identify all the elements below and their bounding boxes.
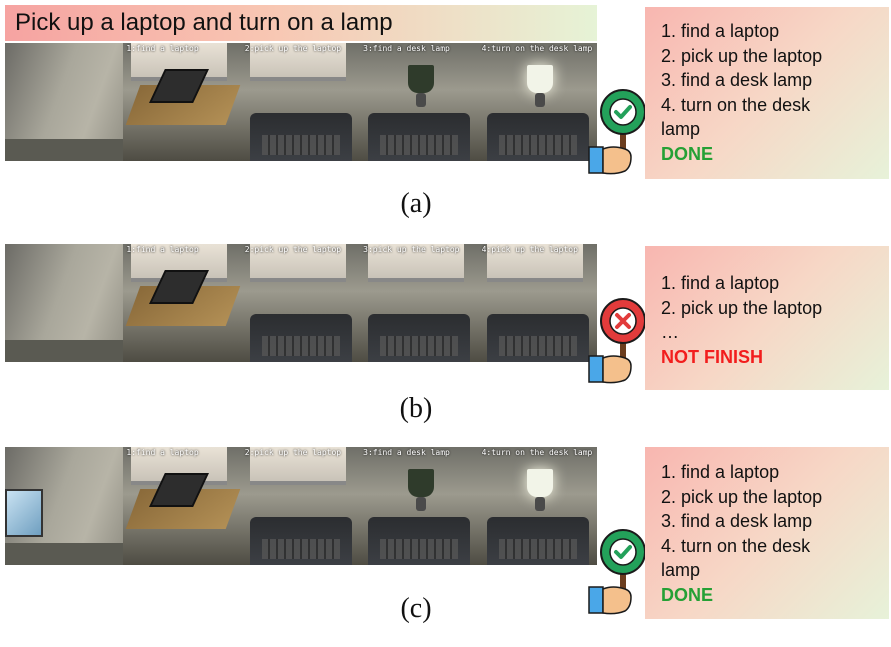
- caption-c: (c): [400, 593, 432, 624]
- frame-label: 1:find a laptop: [126, 245, 199, 254]
- checklist-item: lamp: [661, 119, 701, 139]
- checklist-item: lamp: [661, 560, 701, 580]
- checklist-item: 2. pick up the laptop: [661, 486, 823, 507]
- frame-label: 4:pick up the laptop: [481, 245, 578, 254]
- frame-a-3: 3:find a desk lamp: [360, 43, 479, 161]
- frame-label: 2:pick up the laptop: [244, 44, 342, 53]
- checklist-item: …: [661, 322, 679, 342]
- checklist-item: 2. pick up the laptop: [661, 45, 823, 66]
- caption-a: (a): [400, 188, 432, 219]
- frame-b-0: [5, 244, 124, 362]
- check-icon: [588, 89, 646, 175]
- checklist-item: 3. find a desk lamp: [661, 511, 813, 531]
- caption-b: (b): [399, 393, 433, 424]
- checklist-item: 2. pick up the laptop: [661, 297, 823, 318]
- task-title: Pick up a laptop and turn on a lamp: [5, 5, 597, 41]
- frame-b-3: 3:pick up the laptop: [360, 244, 479, 362]
- frame-strip-a: 1:find a laptop 2:pick up the laptop 3:f…: [5, 43, 597, 161]
- status-badge: NOT FINISH: [661, 346, 763, 367]
- frame-c-2: 2:pick up the laptop: [241, 447, 361, 565]
- checklist-item: 4. turn on the desk: [661, 535, 811, 556]
- frame-b-1: 1:find a laptop: [123, 244, 242, 362]
- frame-c-0: [5, 447, 124, 565]
- frame-strip-b: 1:find a laptop 2:pick up the laptop 3:p…: [5, 244, 597, 362]
- frame-b-2: 2:pick up the laptop: [241, 244, 361, 362]
- frame-a-2: 2:pick up the laptop: [241, 43, 361, 161]
- frame-label: 3:find a desk lamp: [363, 44, 450, 53]
- frame-label: 3:pick up the laptop: [363, 245, 460, 254]
- frame-label: 4:turn on the desk lamp: [481, 44, 593, 53]
- frame-c-3: 3:find a desk lamp: [360, 447, 479, 565]
- frame-label: 2:pick up the laptop: [244, 448, 342, 457]
- frame-label: 2:pick up the laptop: [244, 245, 342, 254]
- frame-label: 1:find a laptop: [126, 44, 199, 53]
- checklist-item: 1. find a laptop: [661, 21, 780, 41]
- frame-a-0: [5, 43, 124, 161]
- frame-a-4: 4:turn on the desk lamp: [478, 43, 597, 161]
- frame-label: 4:turn on the desk lamp: [481, 448, 593, 457]
- checklist-a: 1. find a laptop 2. pick up the laptop 3…: [645, 7, 889, 179]
- frame-c-4: 4:turn on the desk lamp: [478, 447, 597, 565]
- frame-label: 3:find a desk lamp: [363, 448, 450, 457]
- checklist-b: 1. find a laptop 2. pick up the laptop ……: [645, 246, 889, 390]
- checklist-item: 1. find a laptop: [661, 273, 780, 293]
- frame-c-1: 1:find a laptop: [123, 447, 242, 565]
- frame-label: 1:find a laptop: [126, 448, 199, 457]
- frame-strip-c: 1:find a laptop 2:pick up the laptop 3:f…: [5, 447, 597, 565]
- frame-a-1: 1:find a laptop: [123, 43, 242, 161]
- checklist-item: 1. find a laptop: [661, 462, 780, 482]
- frame-b-4: 4:pick up the laptop: [478, 244, 597, 362]
- checklist-item: 4. turn on the desk: [661, 94, 811, 115]
- status-badge: DONE: [661, 143, 714, 164]
- cross-icon: [588, 298, 646, 384]
- checklist-item: 3. find a desk lamp: [661, 70, 813, 90]
